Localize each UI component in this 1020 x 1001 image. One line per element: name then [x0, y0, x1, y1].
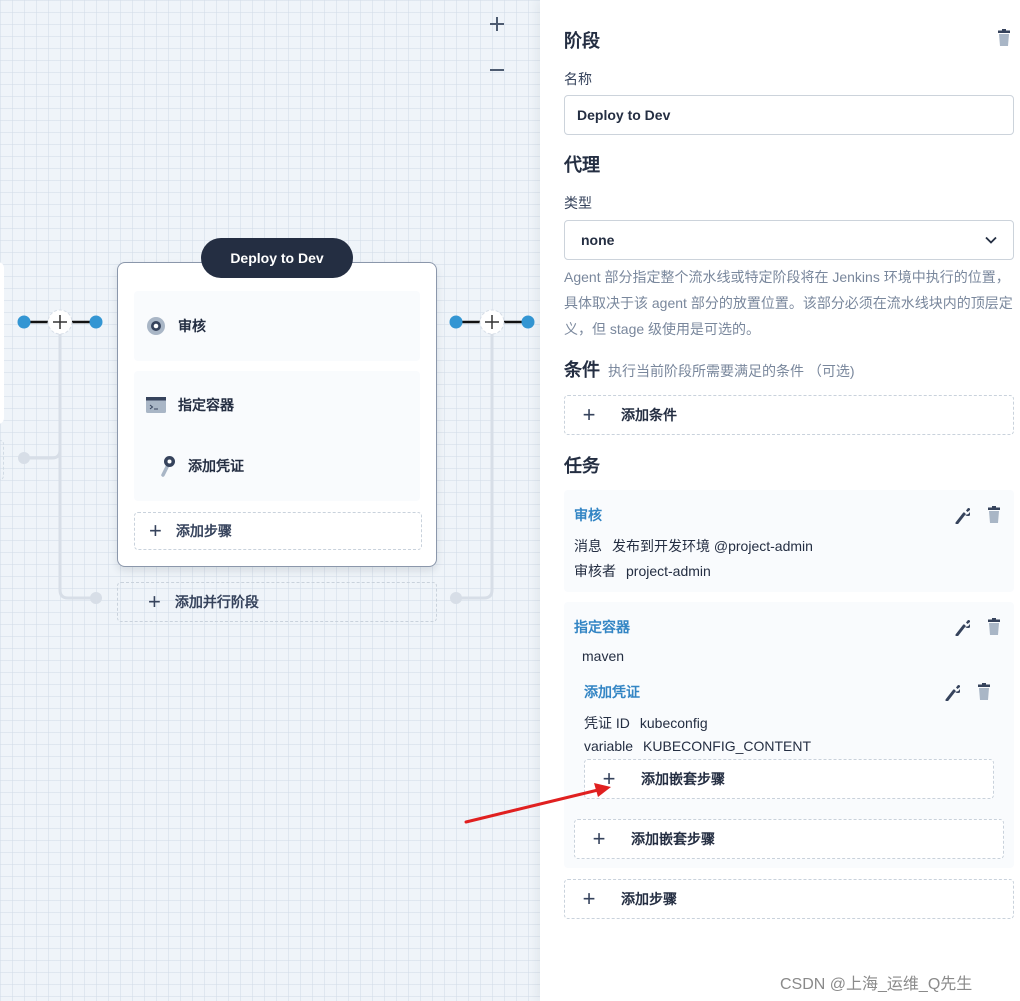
stage-title-badge[interactable]: Deploy to Dev: [201, 238, 353, 278]
connector-dot: [449, 315, 463, 329]
delete-stage-button[interactable]: [995, 29, 1013, 47]
field-value: project-admin: [626, 563, 711, 579]
add-step-label: 添加步骤: [175, 523, 232, 539]
step-label: 审核: [178, 318, 206, 334]
plus-icon: +: [582, 886, 596, 911]
name-label: 名称: [564, 71, 592, 87]
task-card-review[interactable]: 审核 消息 发布到开发环境 @project-admin 审核者 project-a…: [564, 490, 1014, 592]
field-value: 发布到开发环境 @project-admin: [612, 538, 813, 554]
field-key: variable: [584, 738, 634, 754]
delete-nested-task-button[interactable]: [975, 683, 993, 701]
tasks-heading: 任务: [564, 456, 600, 476]
chevron-down-icon: [985, 236, 997, 244]
wrench-icon: [955, 620, 970, 636]
plus-icon: +: [149, 518, 162, 543]
plus-icon: +: [592, 826, 606, 851]
step-label: 指定容器: [178, 397, 234, 413]
add-nested-step-label: 添加嵌套步骤: [631, 831, 715, 847]
add-step-button-panel[interactable]: + 添加步骤: [564, 879, 1014, 919]
step-label: 添加凭证: [188, 458, 244, 474]
add-stage-button-left[interactable]: [47, 309, 73, 335]
field-key: 凭证 ID: [584, 715, 630, 731]
stage-name-input[interactable]: Deploy to Dev: [564, 95, 1014, 135]
plus-icon: +: [602, 766, 616, 791]
field-key: 消息: [574, 538, 602, 554]
stage-card[interactable]: 审核 指定容器 添加凭证 + 添加步骤: [117, 262, 437, 567]
review-icon: [147, 317, 165, 335]
nested-task-title[interactable]: 添加凭证: [584, 682, 640, 702]
trash-icon: [988, 618, 1000, 635]
field-key: 审核者: [574, 563, 616, 579]
field-value: kubeconfig: [639, 715, 708, 731]
step-block-review[interactable]: 审核: [134, 291, 420, 361]
edit-nested-task-button[interactable]: [943, 683, 961, 701]
delete-task-button[interactable]: [985, 618, 1003, 636]
connector-dot: [89, 315, 103, 329]
step-block-container[interactable]: 指定容器 添加凭证: [134, 371, 420, 501]
trash-icon: [998, 29, 1010, 46]
agent-type-select[interactable]: none: [564, 220, 1014, 260]
conditions-title: 条件: [564, 360, 600, 380]
agent-heading: 代理: [564, 155, 600, 175]
left-parallel-dot: [90, 592, 102, 604]
nested-field-variable: variable KUBECONFIG_CONTENT: [584, 738, 811, 754]
add-nested-step-label: 添加嵌套步骤: [641, 771, 725, 787]
add-parallel-stage-button[interactable]: + 添加并行阶段: [117, 582, 437, 622]
connector-dot: [521, 315, 535, 329]
add-step-label: 添加步骤: [621, 891, 677, 907]
wrench-icon: [945, 685, 960, 701]
right-parallel-dot: [450, 592, 462, 604]
add-nested-step-button-outer[interactable]: + 添加嵌套步骤: [574, 819, 1004, 859]
conditions-heading: 条件 执行当前阶段所需要满足的条件 （可选): [564, 356, 855, 382]
left-branch-line: [24, 333, 62, 460]
type-label: 类型: [564, 195, 592, 211]
step-container[interactable]: 指定容器: [146, 395, 234, 415]
task-field-message: 消息 发布到开发环境 @project-admin: [574, 536, 813, 556]
key-icon: [161, 456, 175, 477]
add-nested-step-button-inner[interactable]: + 添加嵌套步骤: [584, 759, 994, 799]
task-field-reviewer: 审核者 project-admin: [574, 561, 711, 581]
nested-field-credential-id: 凭证 ID kubeconfig: [584, 713, 708, 733]
stage-name-value: Deploy to Dev: [577, 107, 671, 123]
add-condition-label: 添加条件: [621, 407, 677, 423]
terminal-icon: [146, 397, 166, 413]
plus-icon: +: [582, 402, 596, 427]
trash-icon: [978, 683, 990, 700]
task-title[interactable]: 审核: [574, 505, 602, 525]
delete-task-button[interactable]: [985, 506, 1003, 524]
step-review[interactable]: 审核: [146, 316, 206, 336]
stage-heading: 阶段: [564, 31, 600, 51]
wrench-icon: [955, 508, 970, 524]
trash-icon: [988, 506, 1000, 523]
field-value: KUBECONFIG_CONTENT: [643, 738, 812, 754]
agent-help-text: Agent 部分指定整个流水线或特定阶段将在 Jenkins 环境中执行的位置，…: [564, 269, 1013, 337]
watermark: CSDN @上海_运维_Q先生: [780, 976, 973, 993]
edit-task-button[interactable]: [953, 506, 971, 524]
pipeline-canvas[interactable]: Deploy to Dev 审核 指定容器 添加凭证 + 添加步骤 + 添加并行…: [0, 0, 540, 1001]
plus-icon: +: [148, 589, 161, 614]
right-parallel-line: [456, 333, 494, 600]
left-branch-dot: [18, 452, 30, 464]
add-stage-button-right[interactable]: [479, 309, 505, 335]
agent-type-value: none: [581, 232, 615, 248]
stage-settings-panel: 阶段 名称 Deploy to Dev 代理 类型 none Agent 部分指…: [540, 0, 1020, 1001]
connector-dot: [17, 315, 31, 329]
add-parallel-label: 添加并行阶段: [174, 594, 259, 610]
container-name: maven: [582, 648, 625, 664]
task-card-container[interactable]: 指定容器 maven 添加凭证 凭证 ID kubeconfig variabl…: [564, 602, 1014, 868]
add-step-button[interactable]: + 添加步骤: [134, 512, 422, 550]
left-parallel-line: [58, 333, 96, 600]
task-title[interactable]: 指定容器: [574, 617, 630, 637]
edit-task-button[interactable]: [953, 618, 971, 636]
conditions-subtitle: 执行当前阶段所需要满足的条件 （可选): [608, 363, 855, 379]
add-condition-button[interactable]: + 添加条件: [564, 395, 1014, 435]
step-credential[interactable]: 添加凭证: [160, 455, 244, 477]
